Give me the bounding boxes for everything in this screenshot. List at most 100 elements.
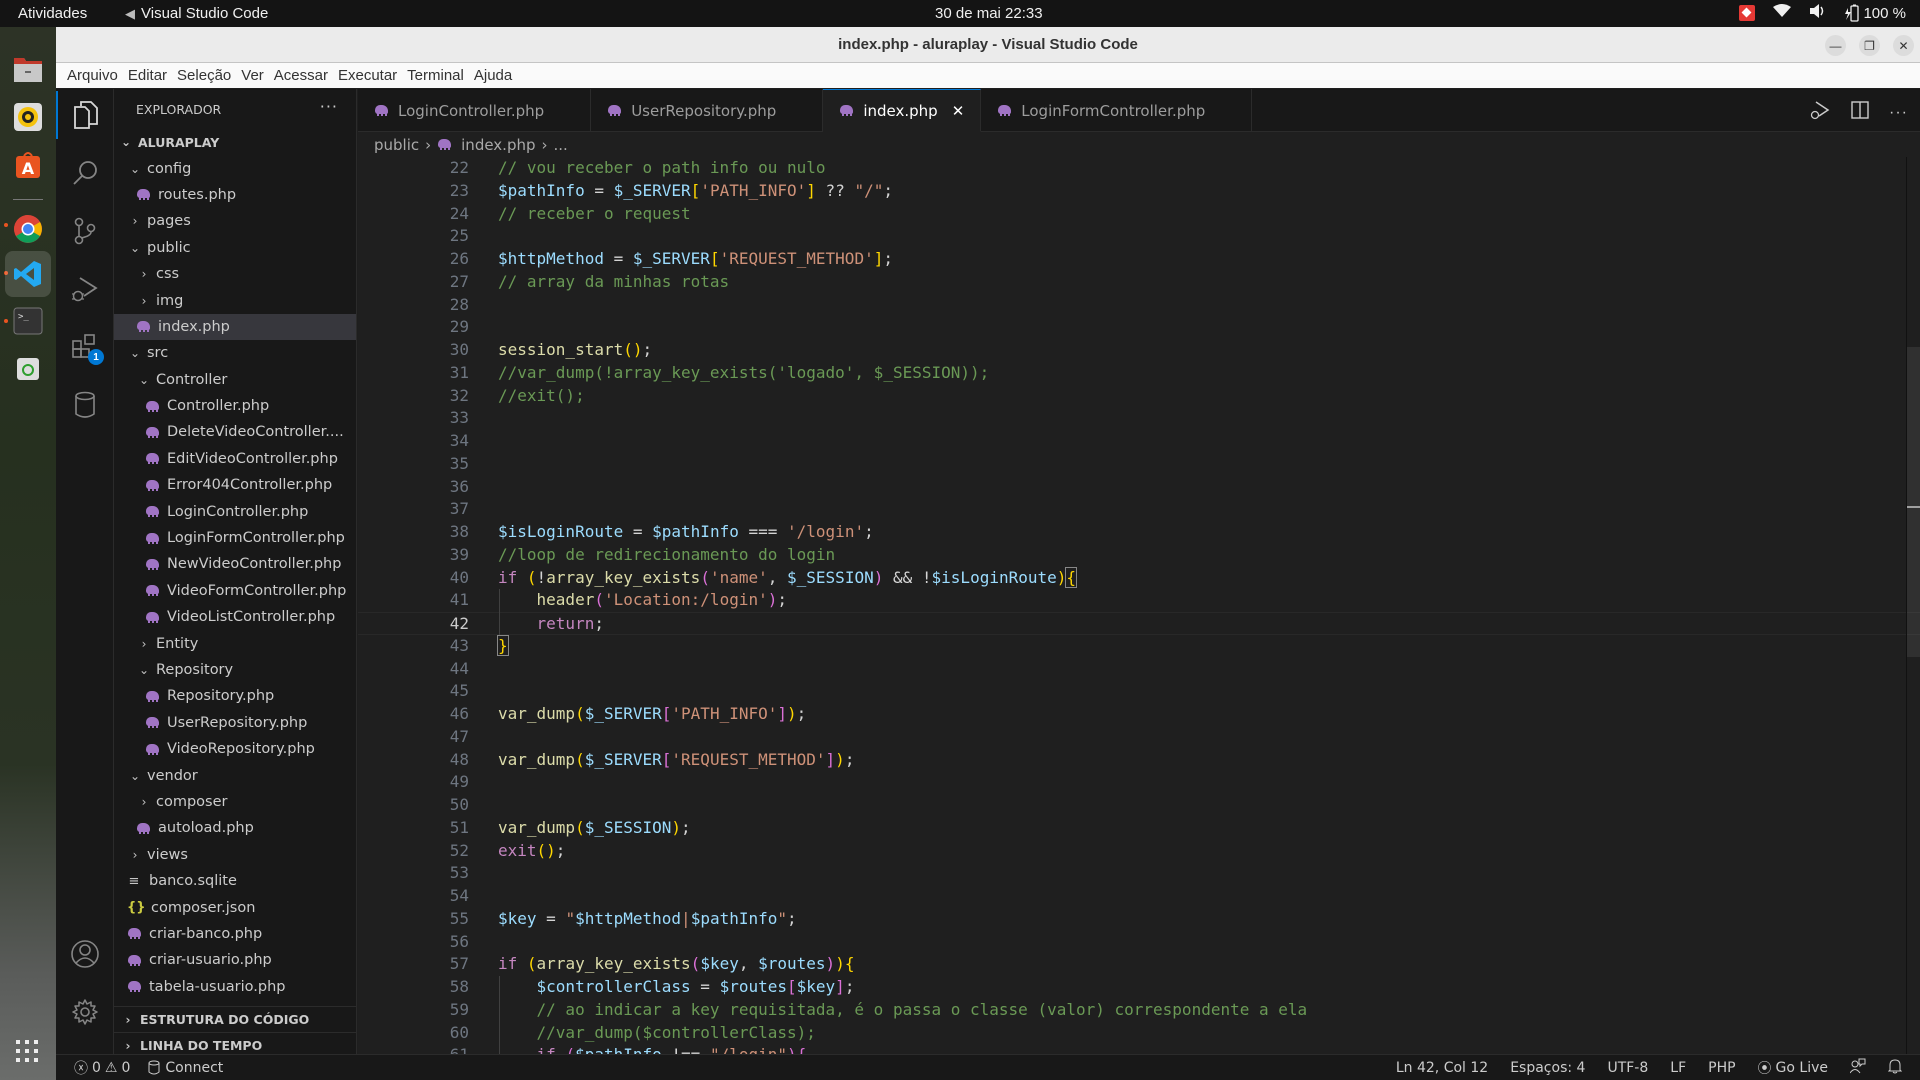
tree-file[interactable]: Controller.php	[114, 393, 356, 419]
tree-folder[interactable]: ⌄ vendor	[114, 762, 356, 788]
code-line[interactable]: 35	[358, 453, 1920, 476]
code-line[interactable]: 54	[358, 885, 1920, 908]
tree-file[interactable]: {} composer.json	[114, 894, 356, 920]
settings-gear-icon[interactable]	[56, 988, 114, 1036]
tab-user-repository[interactable]: UserRepository.php	[591, 89, 824, 132]
volume-icon[interactable]	[1809, 3, 1827, 23]
more-actions-icon[interactable]: ···	[1889, 104, 1908, 122]
code-line[interactable]: 39 //loop de redirecionamento do login	[358, 544, 1920, 567]
cursor-position[interactable]: Ln 42, Col 12	[1396, 1060, 1488, 1076]
code-line[interactable]: 50	[358, 794, 1920, 817]
db-connect-button[interactable]: Connect	[148, 1060, 223, 1076]
dock-rhythmbox[interactable]	[8, 97, 48, 137]
source-control-icon[interactable]	[56, 207, 114, 255]
tree-folder[interactable]: › img	[114, 287, 356, 313]
extensions-icon[interactable]: 1	[56, 323, 114, 371]
tree-file[interactable]: UserRepository.php	[114, 710, 356, 736]
code-line[interactable]: 22 // vou receber o path info ou nulo	[358, 157, 1920, 180]
dock-trash[interactable]	[8, 349, 48, 389]
database-icon[interactable]	[56, 381, 114, 429]
code-line[interactable]: 33	[358, 407, 1920, 430]
tree-file[interactable]: VideoRepository.php	[114, 736, 356, 762]
code-line[interactable]: 26 $httpMethod = $_SERVER['REQUEST_METHOD…	[358, 248, 1920, 271]
code-line[interactable]: 24 // receber o request	[358, 203, 1920, 226]
code-line[interactable]: 49	[358, 771, 1920, 794]
code-line[interactable]: 56	[358, 931, 1920, 954]
tree-folder[interactable]: ⌄ Controller	[114, 367, 356, 393]
encoding[interactable]: UTF-8	[1607, 1060, 1648, 1076]
maximize-button[interactable]: ❐	[1859, 35, 1880, 56]
tree-file[interactable]: LoginFormController.php	[114, 525, 356, 551]
menu-acessar[interactable]: Acessar	[269, 67, 333, 84]
outline-section[interactable]: › ESTRUTURA DO CÓDIGO	[114, 1006, 357, 1032]
scrollbar-thumb[interactable]	[1907, 347, 1920, 657]
code-line[interactable]: 55 $key = "$httpMethod|$pathInfo";	[358, 908, 1920, 931]
code-line[interactable]: 25	[358, 225, 1920, 248]
problems-indicator[interactable]: ⓧ 0 ⚠ 0	[74, 1058, 130, 1078]
breadcrumb-folder[interactable]: public	[374, 136, 419, 154]
code-line[interactable]: 40 if (!array_key_exists('name', $_SESSIO…	[358, 566, 1920, 590]
editor-scrollbar[interactable]	[1906, 157, 1920, 1054]
code-line[interactable]: 61 if ($pathInfo !== "/login"){	[358, 1044, 1920, 1054]
close-window-button[interactable]: ✕	[1893, 35, 1914, 56]
code-line[interactable]: 46 var_dump($_SERVER['PATH_INFO']);	[358, 703, 1920, 726]
menu-executar[interactable]: Executar	[333, 67, 402, 84]
tree-file[interactable]: VideoListController.php	[114, 604, 356, 630]
tree-folder[interactable]: › Entity	[114, 630, 356, 656]
code-line[interactable]: 32 //exit();	[358, 385, 1920, 408]
code-line[interactable]: 58 $controllerClass = $routes[$key];	[358, 976, 1920, 999]
system-tray[interactable]: 100 %	[1739, 3, 1906, 23]
tree-folder[interactable]: ⌄ Repository	[114, 657, 356, 683]
explorer-root-folder[interactable]: ⌄ ALURAPLAY	[114, 129, 356, 155]
indentation[interactable]: Espaços: 4	[1510, 1060, 1585, 1076]
code-line[interactable]: 23 $pathInfo = $_SERVER['PATH_INFO'] ?? "…	[358, 180, 1920, 203]
tree-folder[interactable]: › css	[114, 261, 356, 287]
tree-file[interactable]: routes.php	[114, 182, 356, 208]
code-line[interactable]: 27 // array da minhas rotas	[358, 271, 1920, 294]
dock-terminal[interactable]: >_	[8, 301, 48, 341]
code-line[interactable]: 51 var_dump($_SESSION);	[358, 817, 1920, 840]
code-editor[interactable]: 22 // vou receber o path info ou nulo 23 $p…	[358, 157, 1920, 1054]
code-line[interactable]: 31 //var_dump(!array_key_exists('logado',…	[358, 362, 1920, 385]
tree-folder[interactable]: ⌄ src	[114, 340, 356, 366]
anydesk-icon[interactable]	[1739, 5, 1756, 21]
battery-indicator[interactable]: 100 %	[1845, 4, 1906, 22]
tree-file[interactable]: DeleteVideoController....	[114, 419, 356, 445]
code-line[interactable]: 47	[358, 726, 1920, 749]
end-of-line[interactable]: LF	[1670, 1060, 1686, 1076]
code-line[interactable]: 53	[358, 862, 1920, 885]
clock[interactable]: 30 de mai 22:33	[935, 5, 1043, 22]
tab-login-form-controller[interactable]: LoginFormController.php	[981, 89, 1253, 132]
code-line[interactable]: 30 session_start();	[358, 339, 1920, 362]
code-line[interactable]: 52 exit();	[358, 840, 1920, 863]
code-line[interactable]: 59 // ao indicar a key requisitada, é o …	[358, 999, 1920, 1022]
notifications-bell-icon[interactable]	[1887, 1058, 1903, 1078]
wifi-icon[interactable]	[1773, 4, 1792, 22]
code-line[interactable]: 36	[358, 476, 1920, 499]
code-line[interactable]: 48 var_dump($_SERVER['REQUEST_METHOD']);	[358, 749, 1920, 772]
app-menu[interactable]: ◀ Visual Studio Code	[125, 5, 268, 22]
tab-index-php[interactable]: index.php ✕	[823, 89, 982, 132]
language-mode[interactable]: PHP	[1708, 1060, 1735, 1076]
tree-file[interactable]: LoginController.php	[114, 498, 356, 524]
dock-files[interactable]	[8, 49, 48, 89]
breadcrumb-symbols[interactable]: ...	[554, 136, 568, 154]
dock-chrome[interactable]	[8, 209, 48, 249]
tree-folder[interactable]: › composer	[114, 789, 356, 815]
close-tab-icon[interactable]: ✕	[952, 102, 965, 120]
tree-file[interactable]: index.php	[114, 313, 356, 341]
code-line[interactable]: 38 $isLoginRoute = $pathInfo === '/login'…	[358, 521, 1920, 544]
accounts-icon[interactable]	[56, 930, 114, 978]
dock-software-center[interactable]: A	[8, 145, 48, 185]
menu-selecao[interactable]: Seleção	[172, 67, 236, 84]
code-line[interactable]: 28	[358, 294, 1920, 317]
tree-file[interactable]: criar-usuario.php	[114, 947, 356, 973]
menu-terminal[interactable]: Terminal	[402, 67, 469, 84]
tree-folder[interactable]: ⌄ config	[114, 155, 356, 181]
code-line[interactable]: 29	[358, 316, 1920, 339]
show-apps-icon[interactable]	[16, 1040, 38, 1067]
code-line[interactable]: 34	[358, 430, 1920, 453]
menu-ajuda[interactable]: Ajuda	[469, 67, 517, 84]
tree-file[interactable]: tabela-usuario.php	[114, 974, 356, 1000]
code-line[interactable]: 57 if (array_key_exists($key, $routes)){	[358, 953, 1920, 976]
